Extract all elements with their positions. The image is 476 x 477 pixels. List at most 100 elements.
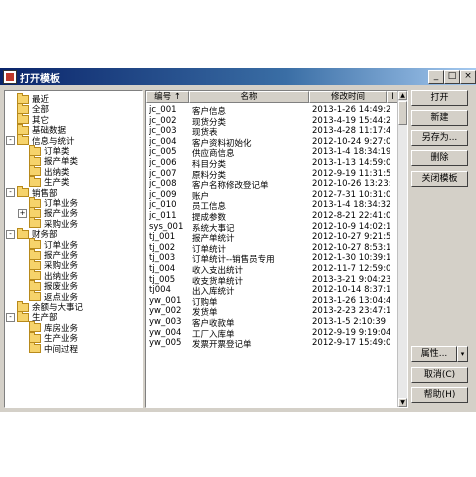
table-row[interactable]: yw_004 工厂入库单 2012-9-19 9:19:04 — [146, 327, 398, 340]
folder-icon — [29, 290, 41, 302]
maximize-button[interactable]: □ — [444, 70, 460, 84]
cell-modified: 2013-1-13 14:59:07 — [312, 158, 390, 168]
cell-modified: 2012-10-14 8:37:11 — [312, 285, 390, 296]
collapse-icon[interactable]: - — [6, 136, 15, 146]
table-row[interactable]: tj004 出入库统计 2012-10-14 8:37:11 — [146, 285, 398, 297]
save-as-button[interactable]: 另存为... — [411, 130, 468, 146]
cell-modified: 2013-1-4 18:34:19 — [312, 147, 390, 158]
cell-code: jc_006 — [149, 158, 177, 168]
table-row[interactable]: tj_005 收支货单统计 2013-3-21 9:04:23 — [146, 274, 398, 287]
minimize-button[interactable]: _ — [428, 70, 444, 84]
cell-modified: 2013-1-26 13:04:46 — [312, 295, 390, 306]
open-button[interactable]: 打开 — [411, 90, 468, 106]
cell-modified: 2013-3-21 9:04:23 — [312, 274, 390, 285]
cell-code: sys_001 — [149, 221, 184, 232]
cell-modified: 2012-9-17 15:49:03 — [312, 338, 390, 349]
properties-button[interactable]: 属性... — [411, 346, 457, 362]
table-row[interactable]: tj_004 收入支出统计 2012-11-7 12:59:05 — [146, 264, 398, 276]
help-button[interactable]: 帮助(H) — [411, 387, 468, 403]
title-bar[interactable]: 打开模板 _ □ × — [0, 68, 476, 85]
cell-code: yw_004 — [149, 327, 182, 338]
cell-code: jc_001 — [149, 105, 177, 115]
cell-modified: 2013-4-19 15:44:23 — [312, 115, 390, 126]
collapse-icon[interactable]: - — [6, 229, 15, 239]
cell-modified: 2012-10-27 9:21:56 — [312, 232, 390, 243]
table-row[interactable]: yw_003 客户收款单 2013-1-5 2:10:39 — [146, 317, 398, 329]
cell-code: tj004 — [149, 285, 171, 296]
col-header-name[interactable]: 名称 — [189, 91, 309, 103]
table-row[interactable]: tj_002 订单统计 2012-10-27 8:53:11 — [146, 242, 398, 255]
table-row[interactable]: jc_007 原料分类 2012-9-19 11:31:54 — [146, 169, 398, 181]
table-row[interactable]: jc_004 客户资料初始化 2012-10-24 9:27:08 — [146, 136, 398, 149]
tree-item-label: 中间过程 — [44, 344, 79, 355]
delete-button[interactable]: 删除 — [411, 150, 468, 166]
cell-code: jc_005 — [149, 147, 177, 158]
cell-code: jc_010 — [149, 200, 177, 211]
cell-modified: 2012-7-31 10:31:06 — [312, 189, 390, 200]
cell-code: tj_005 — [149, 274, 176, 285]
cell-modified: 2012-8-21 22:41:08 — [312, 211, 390, 221]
app-icon — [3, 70, 17, 84]
cell-code: jc_004 — [149, 136, 177, 147]
tree-item[interactable]: 中间过程 — [29, 342, 79, 355]
window-title: 打开模板 — [20, 74, 60, 85]
cell-modified: 2012-10-9 14:02:12 — [312, 221, 390, 232]
col-header-code[interactable]: 编号 ↑ — [146, 91, 189, 103]
folder-icon — [29, 175, 41, 187]
cell-modified: 2012-10-26 13:23:35 — [312, 179, 390, 190]
table-row[interactable]: jc_006 科目分类 2013-1-13 14:59:07 — [146, 158, 398, 170]
table-row[interactable]: jc_002 现货分类 2013-4-19 15:44:23 — [146, 115, 398, 128]
scroll-thumb[interactable] — [398, 101, 407, 125]
cell-modified: 2013-2-23 23:47:12 — [312, 306, 390, 317]
close-button[interactable]: × — [460, 70, 476, 84]
cell-code: tj_001 — [149, 232, 176, 243]
collapse-icon[interactable]: - — [6, 312, 15, 322]
table-row[interactable]: jc_011 提成参数 2012-8-21 22:41:08 — [146, 211, 398, 223]
open-template-dialog: 打开模板 _ □ × 最近 全部 其它 基础数据 - 信息与统计 订单类 报产单类 出纳类 生产类… — [0, 68, 476, 412]
properties-dropdown-icon[interactable]: ▾ — [457, 346, 468, 362]
cell-modified: 2012-9-19 9:19:04 — [312, 327, 390, 338]
table-row[interactable]: jc_009 账户 2012-7-31 10:31:06 — [146, 189, 398, 202]
table-row[interactable]: yw_002 发货单 2013-2-23 23:47:12 — [146, 306, 398, 318]
close-template-button[interactable]: 关闭模板 — [411, 171, 468, 187]
cell-modified: 2012-10-27 8:53:11 — [312, 242, 390, 253]
cell-code: jc_002 — [149, 115, 177, 126]
table-row[interactable]: jc_010 员工信息 2013-1-4 18:34:32 — [146, 200, 398, 212]
scroll-up-icon[interactable]: ▲ — [398, 91, 407, 100]
cell-code: yw_005 — [149, 338, 182, 349]
cell-modified: 2013-1-26 14:49:22 — [312, 105, 390, 115]
template-grid[interactable]: 编号 ↑ 名称 修改时间 I jc_001 客户信息 2013-1-26 14:49… — [145, 90, 408, 408]
cell-code: jc_003 — [149, 126, 177, 137]
new-button[interactable]: 新建 — [411, 110, 468, 126]
cell-modified: 2013-1-4 18:34:32 — [312, 200, 390, 211]
cell-code: yw_002 — [149, 306, 182, 317]
cancel-button[interactable]: 取消(C) — [411, 367, 468, 383]
table-row[interactable]: jc_001 客户信息 2013-1-26 14:49:22 — [146, 105, 398, 117]
category-tree[interactable]: 最近 全部 其它 基础数据 - 信息与统计 订单类 报产单类 出纳类 生产类 - 销售部 订单业务 + 报产… — [4, 90, 143, 408]
expand-icon[interactable]: + — [18, 208, 27, 218]
table-row[interactable]: jc_008客户名称修改登记单2012-10-26 13:23:35 — [146, 179, 398, 191]
cell-modified: 2012-11-7 12:59:05 — [312, 264, 390, 274]
table-row[interactable]: jc_005 供应商信息 2013-1-4 18:34:19 — [146, 147, 398, 159]
cell-name: 发票开票登记单 — [192, 340, 252, 351]
cell-code: tj_003 — [149, 253, 176, 264]
cell-modified: 2013-4-28 11:17:40 — [312, 126, 390, 137]
vertical-scrollbar[interactable]: ▲ ▼ — [397, 91, 407, 407]
collapse-icon[interactable]: - — [6, 188, 15, 198]
table-row[interactable]: tj_001 报产单统计 2012-10-27 9:21:56 — [146, 232, 398, 244]
scroll-down-icon[interactable]: ▼ — [398, 398, 407, 407]
table-row[interactable]: tj_003 订单统计--销售员专用 2012-1-30 10:39:10 — [146, 253, 398, 265]
folder-icon — [17, 134, 29, 146]
table-row[interactable]: yw_005 发票开票登记单 2012-9-17 15:49:03 — [146, 338, 398, 351]
table-row[interactable]: sys_001 系统大事记 2012-10-9 14:02:12 — [146, 221, 398, 234]
cell-code: tj_004 — [149, 264, 176, 274]
table-row[interactable]: jc_003 现货表 2013-4-28 11:17:40 — [146, 126, 398, 138]
folder-icon — [17, 186, 29, 198]
table-row[interactable]: yw_001 订购单 2013-1-26 13:04:46 — [146, 295, 398, 308]
cell-code: tj_002 — [149, 242, 176, 253]
cell-code: jc_011 — [149, 211, 177, 221]
cell-code: jc_008 — [149, 179, 177, 190]
col-header-modified[interactable]: 修改时间 — [309, 91, 387, 103]
cell-modified: 2012-1-30 10:39:10 — [312, 253, 390, 264]
folder-icon — [29, 342, 41, 354]
